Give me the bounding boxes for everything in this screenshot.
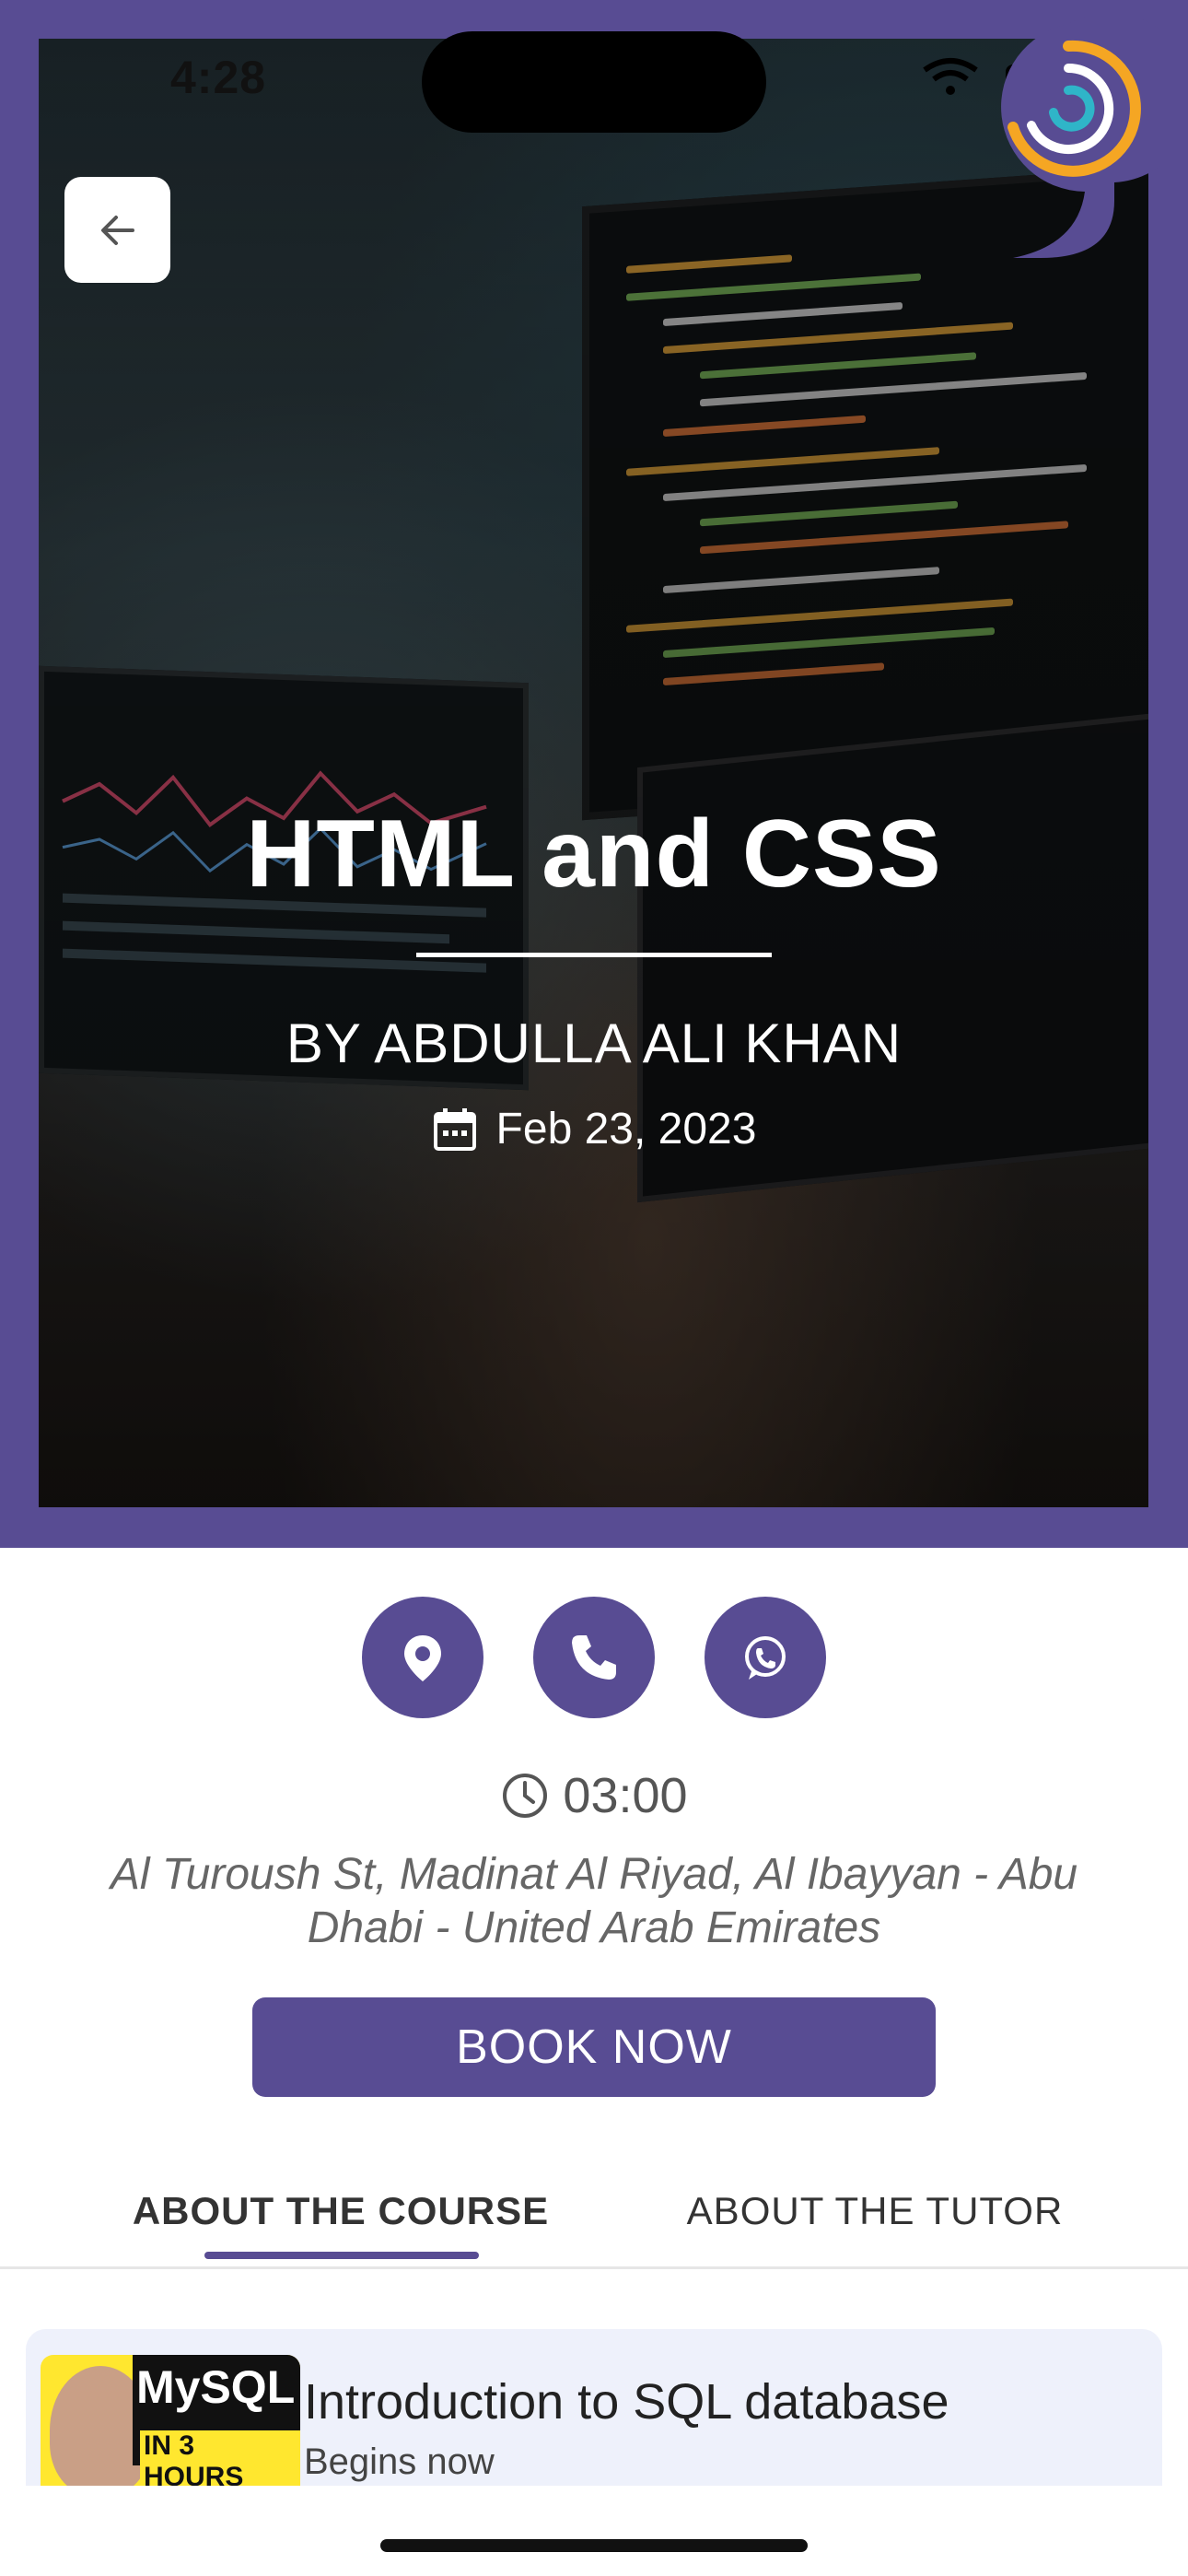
calendar-icon bbox=[433, 1107, 476, 1151]
course-card-title: Introduction to SQL database bbox=[304, 2374, 949, 2430]
book-now-button[interactable]: BOOK NOW bbox=[252, 1997, 936, 2097]
arrow-left-icon bbox=[100, 215, 134, 245]
title-divider bbox=[416, 953, 772, 957]
phone-button[interactable] bbox=[533, 1597, 655, 1718]
course-address: Al Turoush St, Madinat Al Riyad, Al Ibay… bbox=[110, 1850, 1078, 1952]
whatsapp-icon bbox=[745, 1636, 786, 1680]
thumbnail-subtext: IN 3 HOURS bbox=[140, 2430, 300, 2486]
thumbnail-text: MySQL bbox=[136, 2361, 296, 2413]
map-pin-icon bbox=[404, 1635, 441, 1681]
active-tab-indicator bbox=[204, 2252, 479, 2259]
home-indicator[interactable] bbox=[380, 2539, 808, 2552]
location-button[interactable] bbox=[362, 1597, 483, 1718]
course-date-row: Feb 23, 2023 bbox=[0, 1104, 1188, 1154]
back-button[interactable] bbox=[64, 177, 170, 283]
course-date: Feb 23, 2023 bbox=[495, 1105, 757, 1153]
dynamic-island bbox=[422, 31, 766, 133]
tab-about-tutor[interactable]: ABOUT THE TUTOR bbox=[645, 2174, 1105, 2248]
bottom-bar bbox=[0, 2486, 1188, 2576]
brand-logo bbox=[976, 13, 1188, 261]
related-course-card[interactable]: MySQL IN 3 HOURS Introduction to SQL dat… bbox=[26, 2329, 1162, 2486]
course-time: 03:00 bbox=[563, 1768, 688, 1823]
phone-icon bbox=[572, 1635, 616, 1680]
contact-actions bbox=[0, 1597, 1188, 1718]
tabs-divider bbox=[0, 2266, 1188, 2269]
time-row: 03:00 bbox=[0, 1767, 1188, 1824]
wifi-icon bbox=[923, 58, 978, 95]
tab-about-course[interactable]: ABOUT THE COURSE bbox=[83, 2174, 599, 2248]
course-card-status: Begins now bbox=[304, 2441, 495, 2482]
clock-icon bbox=[503, 1774, 548, 1818]
course-thumbnail: MySQL IN 3 HOURS bbox=[41, 2355, 300, 2486]
course-title: HTML and CSS bbox=[246, 801, 942, 907]
course-author: BY ABDULLA ALI KHAN bbox=[285, 1013, 903, 1074]
status-time: 4:28 bbox=[170, 52, 267, 103]
info-tabs: ABOUT THE COURSE ABOUT THE TUTOR bbox=[0, 2174, 1188, 2266]
whatsapp-button[interactable] bbox=[705, 1597, 826, 1718]
